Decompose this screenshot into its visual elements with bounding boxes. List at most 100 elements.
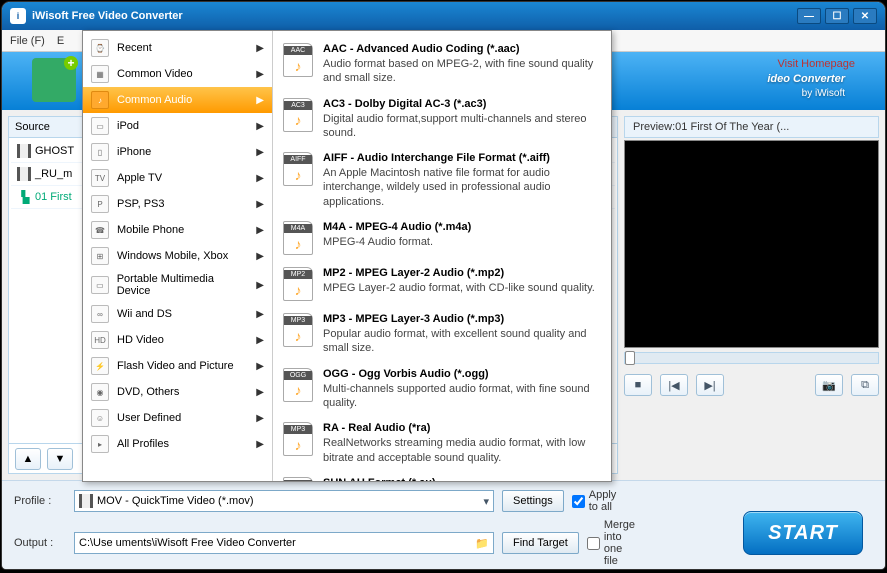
category-item[interactable]: ▭Portable Multimedia Device▶ (83, 269, 272, 301)
category-icon: ⌚ (91, 39, 109, 57)
format-file-icon: M4A♪ (283, 221, 313, 255)
preview-panel: Preview:01 First Of The Year (... ■ |◀ ▶… (624, 116, 879, 474)
next-button[interactable]: ▶| (696, 374, 724, 396)
category-item[interactable]: ⌚ Recent ▶ (83, 35, 272, 61)
settings-button[interactable]: Settings (502, 490, 564, 512)
chevron-right-icon: ▶ (256, 43, 264, 54)
format-title: RA - Real Audio (*ra) (323, 422, 601, 434)
prev-button[interactable]: |◀ (660, 374, 688, 396)
folder-icon[interactable]: 📁 (475, 537, 489, 550)
format-item[interactable]: AAC♪ AAC - Advanced Audio Coding (*.aac) A… (277, 37, 607, 92)
category-label: Windows Mobile, Xbox (117, 250, 228, 262)
format-file-icon: AAC♪ (283, 43, 313, 77)
preview-video[interactable] (624, 140, 879, 348)
category-item[interactable]: HDHD Video▶ (83, 327, 272, 353)
category-icon: ☺ (91, 409, 109, 427)
category-label: iPhone (117, 146, 151, 158)
format-title: OGG - Ogg Vorbis Audio (*.ogg) (323, 368, 601, 380)
chevron-right-icon: ▶ (256, 439, 264, 450)
category-label: Recent (117, 42, 152, 54)
format-desc: Audio format based on MPEG-2, with fine … (323, 57, 601, 86)
format-item[interactable]: AU♪ SUN AU Format (*.au) (277, 471, 607, 481)
move-down-button[interactable]: ▼ (47, 448, 73, 470)
apply-all-check[interactable]: Apply to all (572, 489, 624, 513)
format-list[interactable]: AAC♪ AAC - Advanced Audio Coding (*.aac) A… (273, 31, 611, 481)
profile-mega-menu: ⌚Recent▶▦Common Video▶♪Common Audio▶▭iPo… (82, 30, 612, 482)
category-item[interactable]: ⊞Windows Mobile, Xbox▶ (83, 243, 272, 269)
format-item[interactable]: M4A♪M4A - MPEG-4 Audio (*.m4a)MPEG-4 Aud… (277, 215, 607, 261)
category-label: Apple TV (117, 172, 162, 184)
format-item[interactable]: AC3♪AC3 - Dolby Digital AC-3 (*.ac3)Digi… (277, 92, 607, 147)
chevron-right-icon: ▶ (256, 335, 264, 346)
maximize-button[interactable]: ☐ (825, 8, 849, 24)
video-icon (17, 144, 31, 158)
menu-file[interactable]: File (F) (10, 35, 45, 47)
output-path[interactable]: C:\Use uments\iWisoft Free Video Convert… (74, 532, 494, 554)
category-item[interactable]: ☎Mobile Phone▶ (83, 217, 272, 243)
stop-button[interactable]: ■ (624, 374, 652, 396)
category-item[interactable]: PPSP, PS3▶ (83, 191, 272, 217)
fullscreen-button[interactable]: ⧉ (851, 374, 879, 396)
format-file-icon: AC3♪ (283, 98, 313, 132)
format-item[interactable]: MP3♪RA - Real Audio (*ra)RealNetworks st… (277, 416, 607, 471)
category-icon: ▦ (91, 65, 109, 83)
category-item[interactable]: ▦Common Video▶ (83, 61, 272, 87)
output-label: Output : (14, 537, 66, 549)
menu-e[interactable]: E (57, 35, 64, 47)
seek-thumb[interactable] (625, 351, 635, 365)
chevron-right-icon: ▶ (256, 147, 264, 158)
profile-combo[interactable]: MOV - QuickTime Video (*.mov) ▾ (74, 490, 494, 512)
category-item[interactable]: ∞ Wii and DS ▶ (83, 301, 272, 327)
format-desc: An Apple Macintosh native file format fo… (323, 166, 601, 209)
titlebar[interactable]: i iWisoft Free Video Converter — ☐ ✕ (2, 2, 885, 30)
category-label: Flash Video and Picture (117, 360, 234, 372)
chevron-right-icon: ▶ (256, 225, 264, 236)
merge-check[interactable]: Merge into one file (587, 519, 639, 567)
category-item[interactable]: ▯iPhone▶ (83, 139, 272, 165)
category-icon: ∞ (91, 305, 109, 323)
preview-title: Preview:01 First Of The Year (... (624, 116, 879, 138)
seek-bar[interactable] (624, 352, 879, 364)
category-item[interactable]: ▭iPod▶ (83, 113, 272, 139)
move-up-button[interactable]: ▲ (15, 448, 41, 470)
format-item[interactable]: AIFF♪AIFF - Audio Interchange File Forma… (277, 146, 607, 215)
video-icon (79, 494, 93, 508)
category-item[interactable]: ☺User Defined▶ (83, 405, 272, 431)
format-desc: Popular audio format, with excellent sou… (323, 327, 601, 356)
format-title: SUN AU Format (*.au) (323, 477, 601, 481)
format-item[interactable]: MP2♪MP2 - MPEG Layer-2 Audio (*.mp2)MPEG… (277, 261, 607, 307)
minimize-button[interactable]: — (797, 8, 821, 24)
start-button[interactable]: START (743, 511, 863, 555)
category-item[interactable]: ▸All Profiles▶ (83, 431, 272, 457)
profile-value: MOV - QuickTime Video (*.mov) (97, 495, 253, 507)
category-icon: ▭ (91, 117, 109, 135)
category-label: Wii and DS (117, 308, 172, 320)
video-icon (17, 167, 31, 181)
category-label: PSP, PS3 (117, 198, 165, 210)
chevron-right-icon: ▶ (256, 309, 264, 320)
chevron-right-icon: ▶ (256, 387, 264, 398)
category-item[interactable]: TVApple TV▶ (83, 165, 272, 191)
format-file-icon: AU♪ (283, 477, 313, 481)
format-item[interactable]: MP3♪MP3 - MPEG Layer-3 Audio (*.mp3)Popu… (277, 307, 607, 362)
format-desc: MPEG Layer-2 audio format, with CD-like … (323, 281, 601, 295)
category-icon: ◉ (91, 383, 109, 401)
category-label: HD Video (117, 334, 164, 346)
format-title: AAC - Advanced Audio Coding (*.aac) (323, 43, 601, 55)
find-target-button[interactable]: Find Target (502, 532, 579, 554)
add-file-icon[interactable] (32, 58, 76, 102)
format-item[interactable]: OGG♪OGG - Ogg Vorbis Audio (*.ogg)Multi-… (277, 362, 607, 417)
close-button[interactable]: ✕ (853, 8, 877, 24)
visit-homepage-link[interactable]: Visit Homepage (778, 58, 855, 70)
output-value: C:\Use uments\iWisoft Free Video Convert… (79, 537, 296, 549)
category-label: User Defined (117, 412, 181, 424)
category-item[interactable]: ◉DVD, Others▶ (83, 379, 272, 405)
category-item[interactable]: ⚡Flash Video and Picture▶ (83, 353, 272, 379)
chevron-right-icon: ▶ (256, 69, 264, 80)
category-item[interactable]: ♪Common Audio▶ (83, 87, 272, 113)
snapshot-button[interactable]: 📷 (815, 374, 843, 396)
format-file-icon: MP3♪ (283, 313, 313, 347)
category-icon: ⊞ (91, 247, 109, 265)
category-icon: ▭ (91, 276, 109, 294)
format-desc: Multi-channels supported audio format, w… (323, 382, 601, 411)
